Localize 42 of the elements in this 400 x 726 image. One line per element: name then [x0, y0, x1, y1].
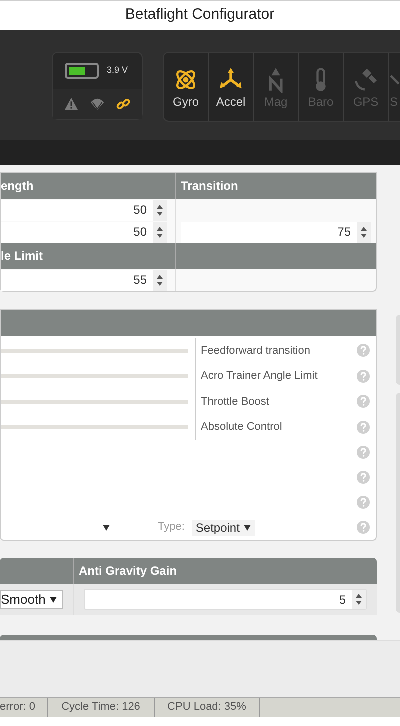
spinner-icon[interactable]	[156, 274, 164, 286]
dropdown[interactable]: Setpoint	[192, 520, 255, 536]
setting-label: Throttle Boost	[201, 394, 270, 410]
number-field[interactable]: 50	[1, 200, 167, 220]
setting-label: Feedforward transition	[201, 344, 310, 358]
slider-track[interactable]	[1, 374, 188, 378]
column-header: Transition	[180, 178, 240, 195]
sensor-button[interactable]: Gyro	[164, 53, 209, 121]
help-icon[interactable]	[356, 471, 370, 484]
caret-icon	[50, 596, 57, 602]
spinner-icon[interactable]	[355, 593, 363, 606]
column-header: le Limit	[1, 243, 176, 269]
number-field[interactable]: 75	[181, 222, 371, 242]
spinner-icon[interactable]	[156, 204, 164, 216]
window-title: Betaflight Configurator	[125, 5, 275, 26]
help-icon[interactable]	[356, 420, 370, 434]
battery-voltage: 3.9 V	[107, 64, 128, 78]
number-field[interactable]: 50	[1, 222, 167, 242]
type-label: Type:	[158, 520, 185, 536]
setting-label: Absolute Control	[201, 420, 282, 435]
dropdown[interactable]: Smooth	[0, 590, 63, 609]
caret-icon	[103, 524, 110, 530]
number-field[interactable]: 5	[84, 589, 367, 610]
number-field[interactable]: 55	[1, 270, 167, 290]
spinner-icon[interactable]	[360, 226, 368, 238]
slider-track[interactable]	[1, 400, 188, 404]
spinner-icon[interactable]	[156, 226, 164, 238]
column-header: ength	[1, 173, 176, 199]
caret-icon	[244, 524, 251, 530]
gps-icon	[353, 66, 379, 92]
help-icon[interactable]	[356, 370, 370, 383]
help-icon[interactable]	[356, 521, 370, 534]
battery-icon	[65, 63, 99, 79]
help-icon[interactable]	[356, 446, 370, 459]
slider-track[interactable]	[1, 425, 188, 430]
setting-label: Acro Trainer Angle Limit	[201, 369, 318, 384]
column-header: Anti Gravity Gain	[78, 563, 178, 580]
help-icon[interactable]	[356, 496, 370, 509]
slider-track[interactable]	[1, 348, 188, 353]
sensor-button[interactable]: Accel	[209, 53, 254, 121]
help-icon[interactable]	[356, 395, 370, 408]
help-icon[interactable]	[356, 344, 370, 358]
